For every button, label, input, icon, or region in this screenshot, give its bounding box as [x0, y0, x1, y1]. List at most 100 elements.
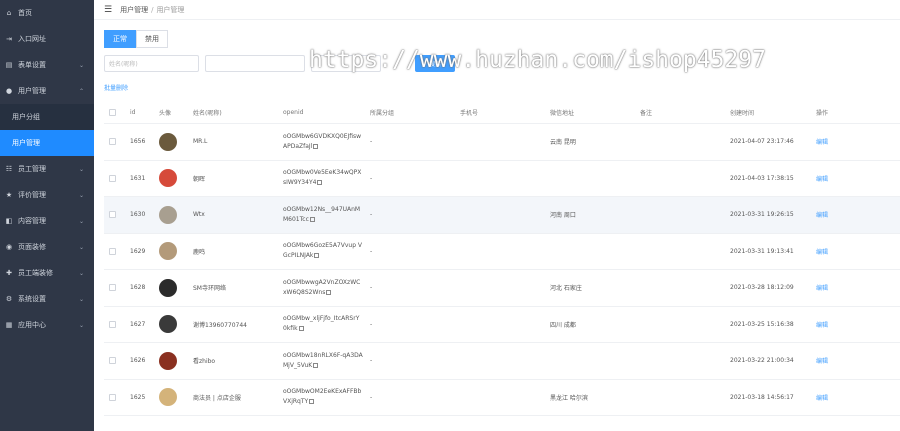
- avatar: [159, 278, 177, 297]
- cell-group: -: [370, 320, 373, 328]
- sidebar-subitem-user-management[interactable]: 用户管理: [0, 130, 94, 156]
- sidebar-item-label: 用户管理: [18, 87, 46, 95]
- breadcrumb-parent[interactable]: 用户管理: [120, 5, 148, 15]
- chevron-up-icon: ⌃: [78, 87, 84, 95]
- sidebar-item-reviews[interactable]: ★ 评价管理 ⌄: [0, 182, 94, 208]
- copy-icon[interactable]: [309, 399, 315, 405]
- col-group: 所属分组: [370, 110, 395, 117]
- avatar: [159, 242, 177, 261]
- copy-icon[interactable]: [309, 216, 315, 222]
- openid-text: oOGMbw12Ns__947UAnMM601Tcc: [283, 205, 361, 223]
- select-all-checkbox[interactable]: [104, 109, 126, 116]
- settings-icon: ⚙: [5, 295, 13, 303]
- copy-icon[interactable]: [313, 362, 319, 368]
- copy-icon[interactable]: [314, 253, 320, 259]
- cell-address: 河北 石家庄: [550, 285, 582, 293]
- copy-icon[interactable]: [326, 289, 332, 295]
- edit-link[interactable]: 编辑: [812, 247, 882, 256]
- copy-icon[interactable]: [313, 143, 319, 149]
- sidebar-item-system-settings[interactable]: ⚙ 系统设置 ⌄: [0, 286, 94, 312]
- cell-address: 河南 周口: [550, 212, 576, 220]
- openid-text: oOGMbw_xljFjfo_ItcARSrY0kfik: [283, 315, 360, 333]
- batch-delete-link[interactable]: 批量删除: [104, 83, 128, 92]
- cell-group: -: [370, 284, 373, 292]
- table-row: 1656 MR.L oOGMbw6GVDKXQ0EJfiswAPDaZfaJl - 云南…: [104, 124, 900, 161]
- chevron-down-icon: ⌄: [78, 243, 84, 251]
- row-checkbox[interactable]: [104, 320, 126, 328]
- home-icon: ⌂: [6, 9, 12, 17]
- openid-text: oOGMbw18nRLX6F-qA3DAMjV_5VuK: [283, 351, 363, 369]
- table-row: 1627 谢博13960770744 oOGMbw_xljFjfo_ItcARSrY…: [104, 307, 900, 343]
- sidebar-item-staff-decor[interactable]: ✚ 员工端装修 ⌄: [0, 260, 94, 286]
- row-checkbox[interactable]: [104, 393, 126, 401]
- sidebar-item-user-management[interactable]: ● 用户管理 ⌃: [0, 78, 94, 104]
- chevron-down-icon: ⌄: [78, 269, 84, 277]
- table-row: 1626 看zhibo oOGMbw18nRLX6F-qA3DAMjV_5VuK - 2…: [104, 343, 900, 380]
- edit-link[interactable]: 编辑: [812, 320, 882, 329]
- sidebar-item-label: 首页: [18, 9, 32, 17]
- sidebar-item-label: 表单设置: [18, 61, 46, 69]
- openid-text: oOGMbw6GozE5A7Vvup VGcPILNJAk: [283, 242, 363, 260]
- chevron-down-icon: ⌄: [78, 295, 84, 303]
- sidebar-item-label: 员工端装修: [18, 269, 53, 277]
- sidebar-item-form-settings[interactable]: ▤ 表单设置 ⌄: [0, 52, 94, 78]
- breadcrumb-separator: /: [151, 5, 154, 14]
- row-checkbox[interactable]: [104, 357, 126, 365]
- row-checkbox[interactable]: [104, 138, 126, 146]
- cell-nickname: 看zhibo: [193, 358, 216, 366]
- cell-avatar: [155, 132, 189, 151]
- content-icon: ◧: [5, 217, 13, 225]
- table-row: 1630 Wtx oOGMbw12Ns__947UAnMM601Tcc - 河南 周口 2…: [104, 197, 900, 234]
- edit-link[interactable]: 编辑: [812, 174, 882, 183]
- row-checkbox[interactable]: [104, 174, 126, 182]
- cell-group: -: [370, 138, 373, 146]
- edit-link[interactable]: 编辑: [812, 210, 882, 219]
- cell-id: 1630: [130, 211, 146, 219]
- tab-disabled[interactable]: 禁用: [136, 30, 168, 48]
- cell-created-time: 2021-03-28 18:12:09: [730, 284, 794, 292]
- cell-group: -: [370, 247, 373, 255]
- col-remark: 备注: [640, 110, 653, 117]
- filter-select[interactable]: [205, 55, 305, 72]
- cell-openid: oOGMbw_xljFjfo_ItcARSrY0kfik: [279, 314, 366, 334]
- cell-id: 1631: [130, 174, 146, 182]
- col-openid: openid: [283, 109, 304, 116]
- col-id: id: [130, 109, 136, 116]
- cell-nickname: 朝晖: [193, 175, 206, 183]
- sidebar-item-page-decor[interactable]: ◉ 页面装修 ⌄: [0, 234, 94, 260]
- edit-link[interactable]: 编辑: [812, 283, 882, 292]
- chevron-down-icon: ⌄: [78, 165, 84, 173]
- row-checkbox[interactable]: [104, 247, 126, 255]
- sidebar-item-home[interactable]: ⌂ 首页: [0, 0, 94, 26]
- sidebar-item-app-center[interactable]: ▦ 应用中心 ⌄: [0, 312, 94, 338]
- staff-icon: ☷: [5, 165, 13, 173]
- table-header: id 头像 姓名(昵称) openid 所属分组 手机号 微信地址 备注 创建时…: [104, 102, 900, 124]
- sidebar-item-content[interactable]: ◧ 内容管理 ⌄: [0, 208, 94, 234]
- menu-toggle-icon[interactable]: ☰: [104, 5, 112, 15]
- copy-icon[interactable]: [298, 326, 304, 332]
- cell-avatar: [155, 278, 189, 297]
- tab-normal[interactable]: 正常: [104, 30, 136, 48]
- sidebar-item-staff[interactable]: ☷ 员工管理 ⌄: [0, 156, 94, 182]
- sidebar-item-label: 员工管理: [18, 165, 46, 173]
- edit-link[interactable]: 编辑: [812, 137, 882, 146]
- row-checkbox[interactable]: [104, 211, 126, 219]
- avatar: [159, 169, 177, 188]
- copy-icon[interactable]: [317, 180, 323, 186]
- name-search-input[interactable]: 姓名(昵称): [104, 55, 199, 72]
- row-checkbox[interactable]: [104, 284, 126, 292]
- sidebar-subitem-user-groups[interactable]: 用户分组: [0, 104, 94, 130]
- edit-link[interactable]: 编辑: [812, 393, 882, 402]
- user-table: id 头像 姓名(昵称) openid 所属分组 手机号 微信地址 备注 创建时…: [104, 102, 900, 416]
- col-avatar: 头像: [159, 110, 172, 117]
- sidebar-item-label: 入口网址: [18, 35, 46, 43]
- cell-openid: oOGMbwwgA2VnZOXzWCxW6Q8S2Wns: [279, 278, 366, 298]
- breadcrumb-current: 用户管理: [156, 5, 185, 14]
- sidebar-item-entry-url[interactable]: ⇥ 入口网址: [0, 26, 94, 52]
- cell-avatar: [155, 205, 189, 224]
- edit-link[interactable]: 编辑: [812, 356, 882, 365]
- cell-avatar: [155, 351, 189, 370]
- cell-openid: oOGMbw6GozE5A7Vvup VGcPILNJAk: [279, 241, 366, 261]
- cell-group: -: [370, 357, 373, 365]
- col-phone: 手机号: [460, 110, 479, 117]
